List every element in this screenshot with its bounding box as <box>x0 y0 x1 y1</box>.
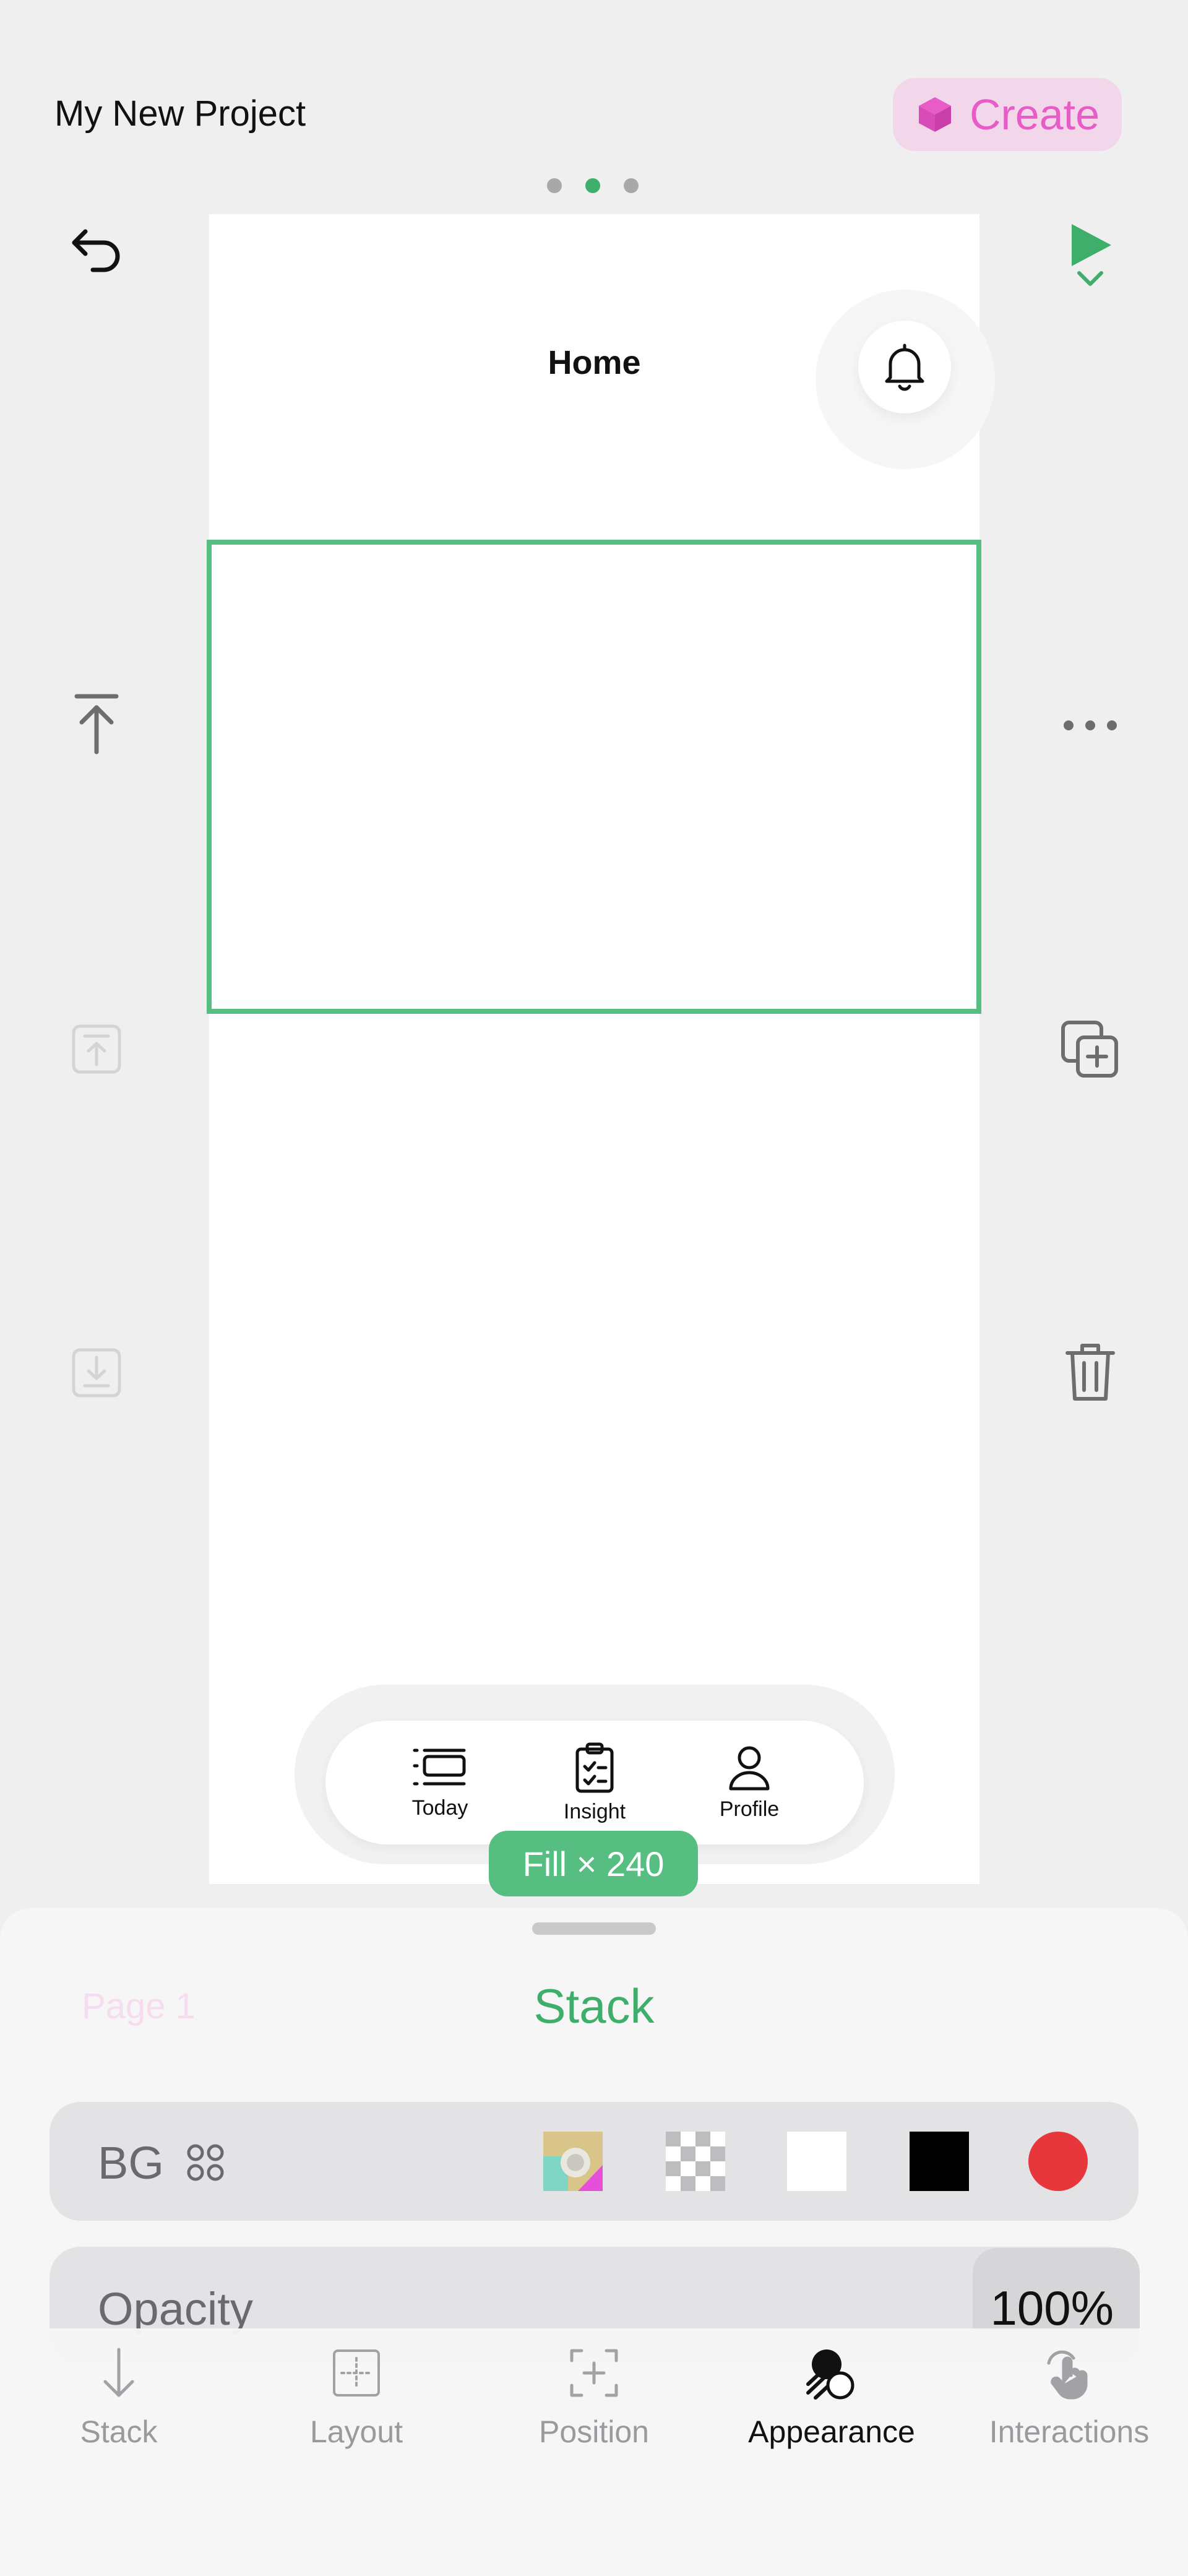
person-icon <box>729 1746 770 1790</box>
grid-dots-icon <box>187 2144 224 2181</box>
play-options-button[interactable] <box>1053 260 1127 297</box>
mode-stack[interactable]: Stack <box>0 2346 238 2450</box>
mode-appearance[interactable]: Appearance <box>713 2346 950 2450</box>
selected-stack[interactable] <box>207 540 981 1014</box>
image-swatch-icon <box>543 2132 603 2191</box>
appearance-icon <box>806 2349 854 2400</box>
more-options-button[interactable] <box>1053 688 1127 763</box>
hand-tap-icon <box>1047 2350 1088 2400</box>
clipboard-icon <box>575 1742 614 1792</box>
trash-icon <box>1065 1344 1115 1401</box>
chevron-down-icon <box>1077 271 1103 286</box>
bell-icon <box>885 344 924 391</box>
tab-today-label: Today <box>411 1796 468 1820</box>
move-down-icon <box>72 1348 121 1398</box>
swatch-red[interactable] <box>1028 2132 1088 2191</box>
undo-button[interactable] <box>59 209 134 283</box>
move-down-button[interactable] <box>59 1336 134 1410</box>
swatch-black[interactable] <box>910 2132 969 2191</box>
mode-interactions-label: Interactions <box>989 2414 1150 2449</box>
background-label: BG <box>98 2137 164 2189</box>
phone-canvas[interactable] <box>209 214 979 1884</box>
swatch-grid-button[interactable] <box>186 2143 225 2185</box>
swatch-white[interactable] <box>787 2132 846 2191</box>
cube-icon <box>918 97 951 132</box>
tab-insight-label: Insight <box>563 1799 626 1823</box>
undo-icon <box>72 229 120 272</box>
arrow-to-top-icon <box>74 694 119 754</box>
duplicate-icon <box>1061 1021 1118 1078</box>
tab-insight[interactable]: Insight <box>533 1742 656 1824</box>
page-dot[interactable] <box>624 178 639 193</box>
layout-grid-icon <box>333 2349 380 2397</box>
create-label: Create <box>969 90 1100 139</box>
mode-layout[interactable]: Layout <box>238 2346 475 2450</box>
mode-appearance-label: Appearance <box>748 2414 915 2449</box>
swatch-transparent[interactable] <box>666 2132 725 2191</box>
sheet-title: Stack <box>533 1979 655 2033</box>
tab-today[interactable]: Today <box>378 1745 502 1820</box>
mode-position[interactable]: Position <box>475 2346 713 2450</box>
arrow-down-icon <box>103 2348 134 2397</box>
mode-position-label: Position <box>539 2414 649 2449</box>
mode-interactions[interactable]: Interactions <box>950 2346 1188 2450</box>
opacity-label: Opacity <box>98 2283 253 2335</box>
tab-profile[interactable]: Profile <box>687 1744 811 1822</box>
create-button[interactable]: Create <box>893 78 1122 151</box>
page-dot[interactable] <box>547 178 562 193</box>
move-up-button[interactable] <box>59 1012 134 1086</box>
position-plus-icon <box>570 2349 618 2397</box>
page-indicator[interactable] <box>547 178 639 193</box>
list-icon <box>413 1748 466 1785</box>
move-up-icon <box>72 1024 121 1074</box>
delete-button[interactable] <box>1053 1334 1127 1409</box>
page-label[interactable]: Page 1 <box>82 1986 196 2027</box>
checkerboard-icon <box>666 2132 725 2191</box>
move-to-top-button[interactable] <box>59 687 134 761</box>
canvas-tabbar[interactable]: Today Insight Profile <box>325 1721 864 1844</box>
sheet-grabber[interactable] <box>532 1922 656 1935</box>
size-badge[interactable]: Fill × 240 <box>489 1831 698 1896</box>
tab-profile-label: Profile <box>719 1797 780 1821</box>
project-title[interactable]: My New Project <box>54 93 306 134</box>
mode-layout-label: Layout <box>309 2414 403 2449</box>
page-dot-active[interactable] <box>585 178 600 193</box>
notification-button[interactable] <box>858 321 951 413</box>
duplicate-button[interactable] <box>1053 1013 1127 1087</box>
swatch-image[interactable] <box>543 2132 603 2191</box>
ellipsis-icon <box>1064 720 1117 730</box>
mode-stack-label: Stack <box>80 2414 158 2449</box>
